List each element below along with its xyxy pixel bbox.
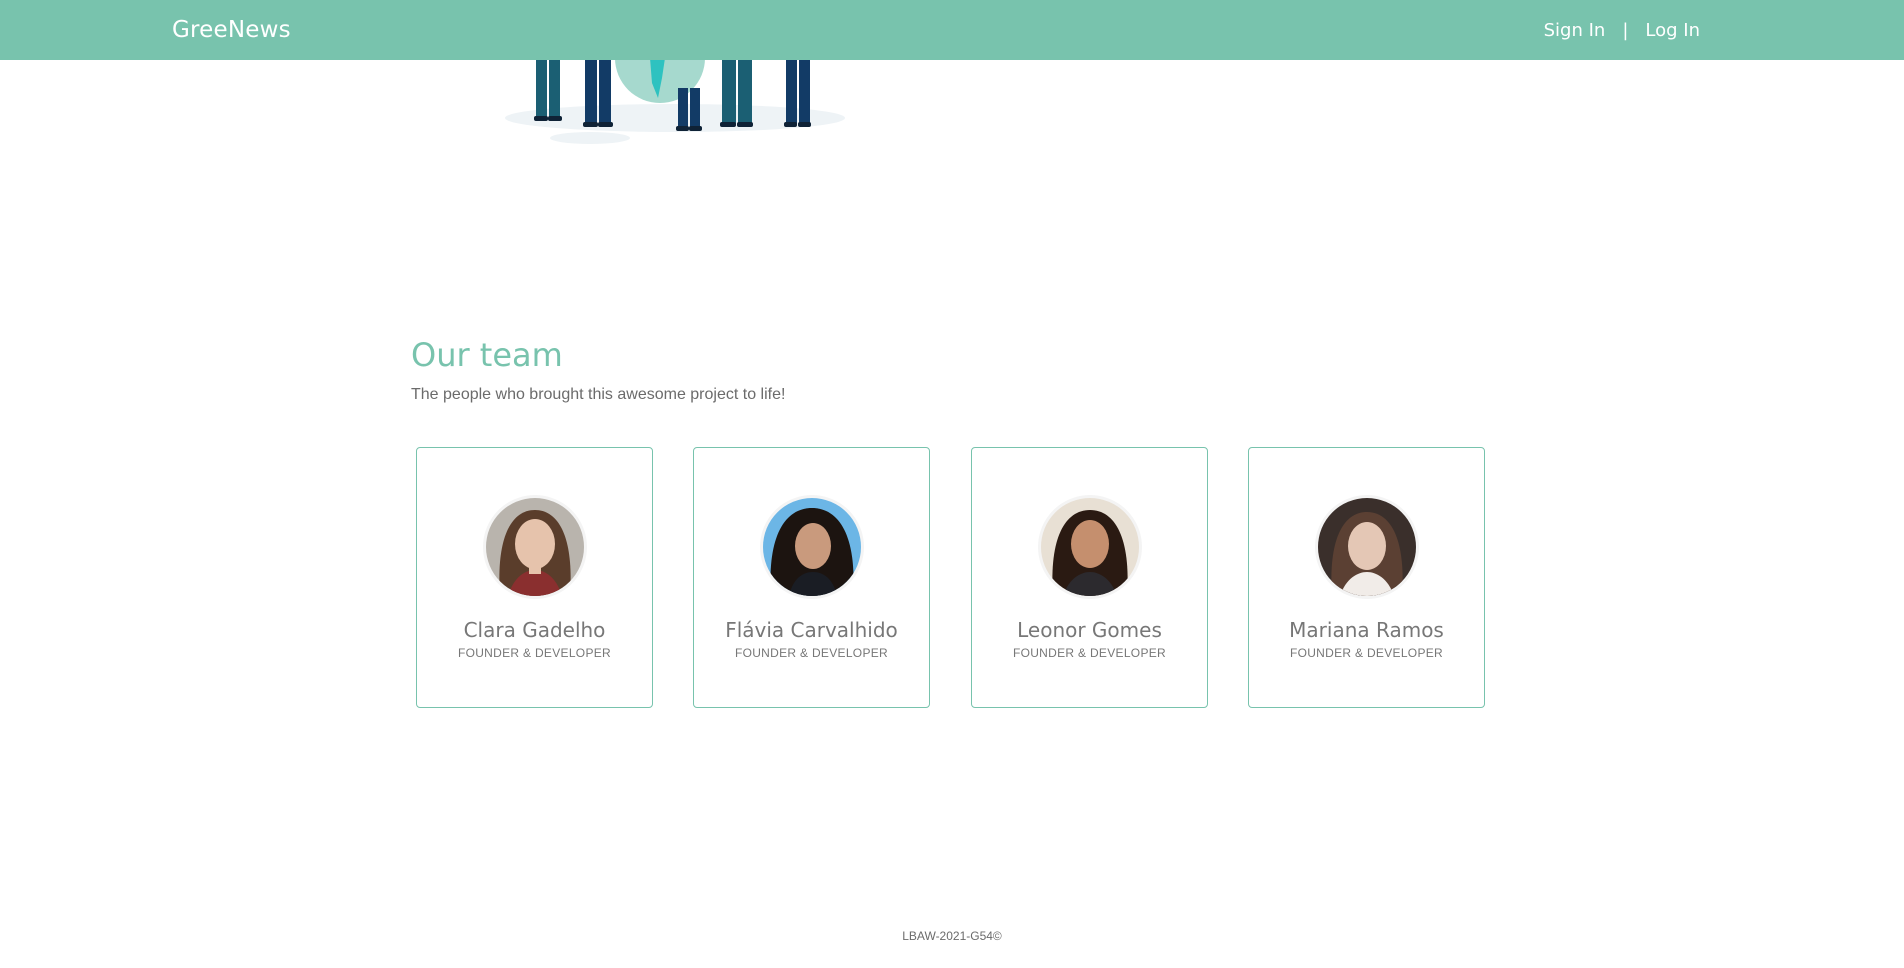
member-avatar bbox=[486, 498, 584, 596]
member-avatar bbox=[763, 498, 861, 596]
member-name: Clara Gadelho bbox=[463, 618, 606, 642]
team-member-card: Flávia Carvalhido FOUNDER & DEVELOPER bbox=[693, 447, 930, 708]
nav-separator: | bbox=[1622, 19, 1629, 41]
team-member-card: Clara Gadelho FOUNDER & DEVELOPER bbox=[416, 447, 653, 708]
navbar: GreeNews Sign In | Log In bbox=[0, 0, 1904, 60]
sign-in-link[interactable]: Sign In bbox=[1544, 20, 1606, 41]
log-in-link[interactable]: Log In bbox=[1645, 20, 1700, 41]
member-role: FOUNDER & DEVELOPER bbox=[1289, 646, 1444, 660]
member-name: Mariana Ramos bbox=[1289, 618, 1444, 642]
team-illustration bbox=[505, 58, 845, 144]
member-name: Leonor Gomes bbox=[1017, 618, 1162, 642]
team-section-title: Our team bbox=[411, 336, 563, 374]
auth-links: Sign In | Log In bbox=[1544, 0, 1700, 60]
footer-copyright: LBAW-2021-G54© bbox=[902, 929, 1002, 943]
team-member-card: Mariana Ramos FOUNDER & DEVELOPER bbox=[1248, 447, 1485, 708]
member-role: FOUNDER & DEVELOPER bbox=[1012, 646, 1167, 660]
brand-logo-link[interactable]: GreeNews bbox=[172, 0, 291, 60]
team-member-card: Leonor Gomes FOUNDER & DEVELOPER bbox=[971, 447, 1208, 708]
team-section-subtitle: The people who brought this awesome proj… bbox=[411, 386, 786, 403]
member-avatar bbox=[1041, 498, 1139, 596]
member-role: FOUNDER & DEVELOPER bbox=[457, 646, 612, 660]
member-role: FOUNDER & DEVELOPER bbox=[734, 646, 889, 660]
member-avatar bbox=[1318, 498, 1416, 596]
member-name: Flávia Carvalhido bbox=[725, 618, 898, 642]
